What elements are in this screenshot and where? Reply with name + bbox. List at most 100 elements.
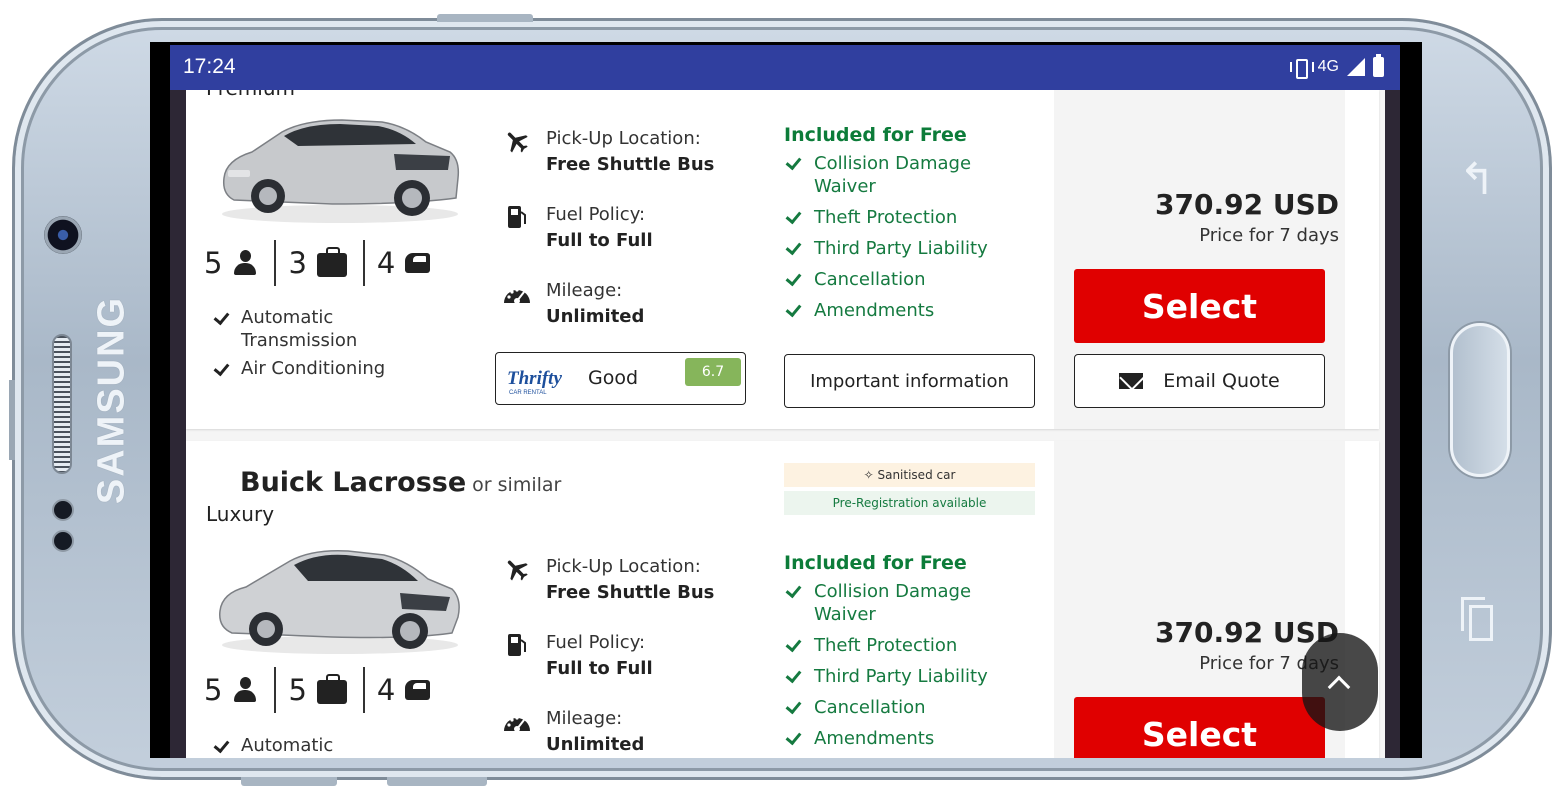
important-information-button[interactable]: Important information (784, 354, 1035, 408)
status-bar: 17:24 4G (170, 45, 1400, 90)
car-category: Luxury (206, 502, 275, 526)
pickup-label: Pick-Up Location: (546, 128, 701, 149)
speedometer-icon (502, 278, 532, 308)
car-specs: 5 3 4 (204, 240, 446, 286)
included-item: Amendments (784, 299, 1044, 322)
car-result-card: Buick Lacrosse or similar Luxury ✧ Saniti… (186, 441, 1379, 758)
email-quote-button[interactable]: Email Quote (1074, 354, 1325, 408)
recent-apps-icon[interactable] (1461, 597, 1495, 643)
luggage-icon (316, 247, 347, 277)
check-icon (784, 237, 804, 259)
home-button[interactable] (1450, 323, 1510, 477)
mileage-label: Mileage: (546, 708, 623, 729)
feature-item: Air Conditioning (214, 357, 404, 380)
web-content: Premium 5 3 4 Automatic Transmissio (170, 90, 1400, 758)
door-icon (405, 680, 431, 700)
check-icon (214, 357, 231, 379)
doors-count: 4 (376, 246, 396, 280)
check-icon (784, 696, 804, 718)
price-amount: 370.92 USD (1155, 188, 1339, 221)
check-icon (784, 727, 804, 749)
included-title: Included for Free (784, 124, 967, 146)
select-button[interactable]: Select (1074, 269, 1325, 343)
signal-icon (1347, 58, 1365, 76)
scroll-to-top-button[interactable] (1302, 633, 1378, 731)
check-icon (784, 206, 804, 228)
side-button-left (241, 777, 337, 786)
earpiece-speaker (52, 334, 72, 474)
person-icon (232, 677, 258, 703)
volume-button (437, 14, 533, 22)
check-icon (784, 299, 804, 321)
pickup-value: Free Shuttle Bus (546, 582, 715, 603)
sensor-top (52, 499, 74, 521)
seats-count: 5 (204, 246, 223, 280)
rating-score: 6.7 (685, 358, 741, 386)
included-item: Collision Damage Waiver (784, 580, 1044, 626)
included-item: Theft Protection (784, 206, 1044, 229)
svg-text:Thrifty: Thrifty (507, 368, 562, 389)
check-icon (784, 152, 804, 174)
power-key (9, 380, 15, 460)
speedometer-icon (502, 706, 532, 736)
mileage-value: Unlimited (546, 306, 645, 327)
mileage-value: Unlimited (546, 734, 645, 755)
select-button[interactable]: Select (1074, 697, 1325, 758)
price-block: 370.92 USD Price for 7 days (1155, 188, 1339, 246)
mileage-label: Mileage: (546, 280, 623, 301)
car-category: Premium (206, 90, 295, 100)
feature-item: Automatic (214, 734, 404, 757)
rental-info: Pick-Up Location: Free Shuttle Bus Fuel P… (502, 126, 752, 354)
preregistration-badge: Pre-Registration available (784, 491, 1035, 515)
doors-count: 4 (376, 673, 396, 707)
check-icon (784, 268, 804, 290)
luggage-icon (316, 674, 347, 704)
rating-label: Good (588, 367, 639, 389)
included-item: Theft Protection (784, 634, 1044, 657)
car-specs: 5 5 4 (204, 667, 446, 713)
car-features: Automatic (214, 734, 404, 758)
included-item: Third Party Liability (784, 237, 1044, 260)
fuel-label: Fuel Policy: (546, 204, 646, 225)
car-result-card: Premium 5 3 4 Automatic Transmissio (186, 90, 1379, 429)
fuel-icon (502, 202, 532, 232)
check-icon (784, 580, 804, 602)
included-list: Included for Free Collision Damage Waive… (784, 124, 1044, 330)
plane-icon (502, 554, 532, 584)
supplier-rating[interactable]: Thrifty CAR RENTAL Good 6.7 (495, 352, 746, 405)
fuel-value: Full to Full (546, 230, 653, 251)
check-icon (214, 734, 231, 756)
plane-icon (502, 126, 532, 156)
check-icon (784, 634, 804, 656)
pickup-label: Pick-Up Location: (546, 556, 701, 577)
car-badges: ✧ Sanitised car Pre-Registration availab… (784, 463, 1035, 515)
person-icon (232, 250, 258, 276)
thrifty-logo: Thrifty CAR RENTAL (507, 368, 562, 396)
included-item: Third Party Liability (784, 665, 1044, 688)
check-icon (214, 306, 231, 328)
bags-count: 3 (288, 246, 307, 280)
sparkle-icon: ✧ (863, 468, 874, 482)
seats-count: 5 (204, 673, 223, 707)
price-duration: Price for 7 days (1199, 225, 1339, 246)
vibrate-icon (1289, 57, 1314, 79)
check-icon (784, 665, 804, 687)
or-similar: or similar (472, 474, 562, 496)
front-camera (44, 216, 82, 254)
svg-text:CAR RENTAL: CAR RENTAL (509, 390, 547, 396)
email-quote-label: Email Quote (1163, 370, 1280, 392)
fuel-value: Full to Full (546, 658, 653, 679)
feature-item: Automatic Transmission (214, 306, 404, 352)
included-item: Collision Damage Waiver (784, 152, 1044, 198)
back-icon[interactable]: ↰ (1455, 155, 1499, 205)
side-button-right (387, 777, 487, 786)
sanitised-badge: ✧ Sanitised car (784, 463, 1035, 487)
battery-icon (1373, 54, 1384, 77)
included-item: Cancellation (784, 268, 1044, 291)
results-list[interactable]: Premium 5 3 4 Automatic Transmissio (186, 90, 1385, 758)
included-item: Amendments (784, 727, 1044, 750)
fuel-label: Fuel Policy: (546, 632, 646, 653)
screen: 17:24 4G Premium (150, 42, 1422, 758)
car-image (219, 549, 460, 654)
status-time: 17:24 (183, 55, 236, 78)
